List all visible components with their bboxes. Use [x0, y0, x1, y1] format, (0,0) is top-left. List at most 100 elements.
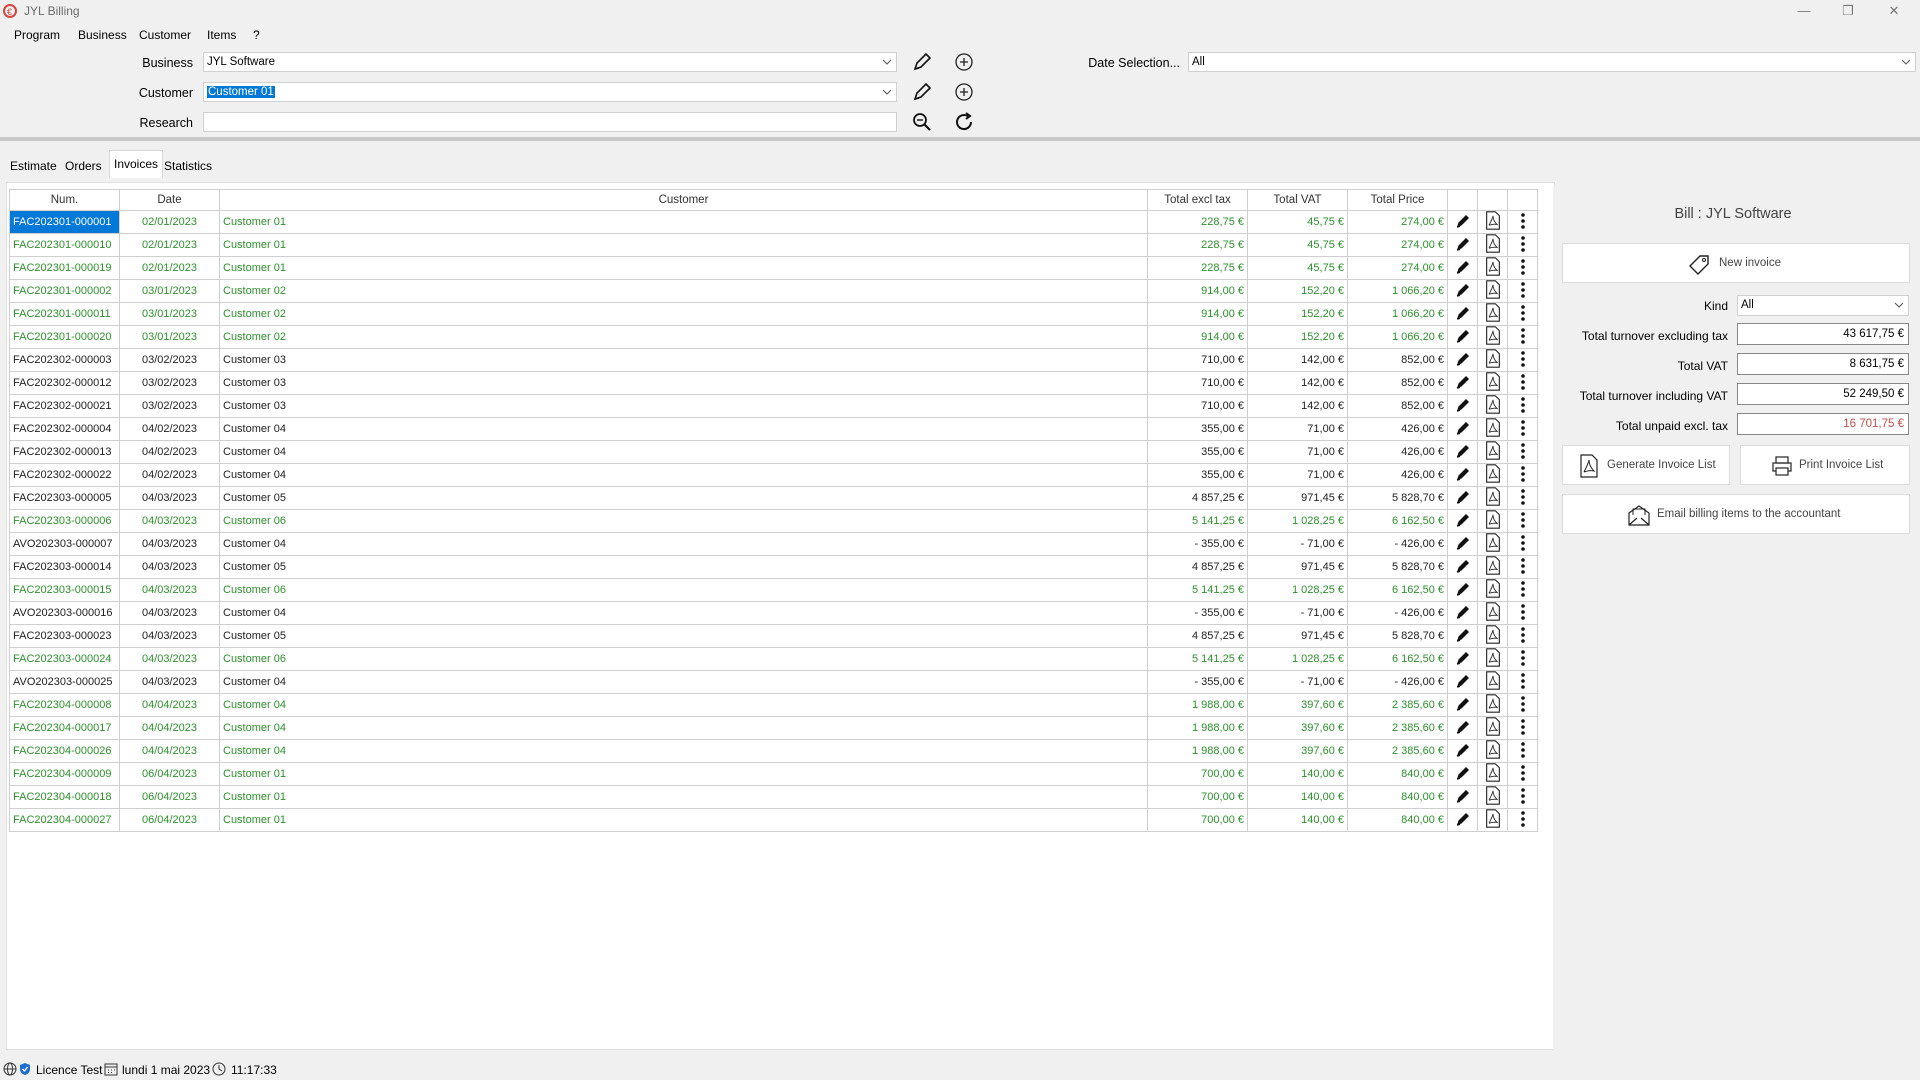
cell-total-vat[interactable]: 1 028,25 € — [1247, 647, 1348, 671]
cell-num[interactable]: AVO202303-000007 — [9, 532, 120, 556]
cell-total-price[interactable]: 5 828,70 € — [1347, 624, 1448, 648]
cell-total-vat[interactable]: 71,00 € — [1247, 417, 1348, 441]
cell-num[interactable]: FAC202301-000011 — [9, 302, 120, 326]
pdf-invoice-icon[interactable] — [1477, 578, 1508, 602]
more-options-icon[interactable] — [1507, 785, 1538, 809]
cell-total-vat[interactable]: 142,00 € — [1247, 371, 1348, 395]
table-row[interactable]: FAC202302-000012 03/02/2023 Customer 03 710… — [9, 371, 1538, 395]
edit-invoice-icon[interactable] — [1447, 348, 1478, 372]
table-row[interactable]: AVO202303-000016 04/03/2023 Customer 04- 3… — [9, 601, 1538, 625]
pdf-invoice-icon[interactable] — [1477, 279, 1508, 303]
cell-total-excl-tax[interactable]: 355,00 € — [1147, 463, 1248, 487]
cell-total-price[interactable]: 6 162,50 € — [1347, 509, 1448, 533]
cell-customer[interactable]: Customer 01 — [219, 762, 1148, 786]
cell-total-excl-tax[interactable]: 5 141,25 € — [1147, 509, 1248, 533]
cell-total-price[interactable]: 852,00 € — [1347, 394, 1448, 418]
edit-invoice-icon[interactable] — [1447, 371, 1478, 395]
edit-invoice-icon[interactable] — [1447, 325, 1478, 349]
cell-customer[interactable]: Customer 04 — [219, 463, 1148, 487]
cell-total-vat[interactable]: 140,00 € — [1247, 762, 1348, 786]
cell-customer[interactable]: Customer 04 — [219, 440, 1148, 464]
cell-total-vat[interactable]: 397,60 € — [1247, 716, 1348, 740]
cell-total-vat[interactable]: 140,00 € — [1247, 785, 1348, 809]
cell-num[interactable]: FAC202303-000006 — [9, 509, 120, 533]
more-options-icon[interactable] — [1507, 279, 1538, 303]
cell-customer[interactable]: Customer 03 — [219, 348, 1148, 372]
more-options-icon[interactable] — [1507, 233, 1538, 257]
kind-select[interactable]: All — [1737, 295, 1909, 316]
cell-total-vat[interactable]: 71,00 € — [1247, 463, 1348, 487]
cell-total-vat[interactable]: 45,75 € — [1247, 210, 1348, 234]
cell-total-price[interactable]: 852,00 € — [1347, 371, 1448, 395]
more-options-icon[interactable] — [1507, 486, 1538, 510]
cell-date[interactable]: 04/04/2023 — [119, 716, 220, 740]
more-options-icon[interactable] — [1507, 210, 1538, 234]
cell-date[interactable]: 03/02/2023 — [119, 348, 220, 372]
pdf-invoice-icon[interactable] — [1477, 693, 1508, 717]
cell-customer[interactable]: Customer 02 — [219, 325, 1148, 349]
pdf-invoice-icon[interactable] — [1477, 348, 1508, 372]
minimize-button[interactable]: — — [1786, 0, 1822, 22]
cell-total-excl-tax[interactable]: - 355,00 € — [1147, 601, 1248, 625]
cell-total-vat[interactable]: 397,60 € — [1247, 739, 1348, 763]
date-selection-select[interactable]: All — [1188, 52, 1916, 72]
menu-customer[interactable]: Customer — [139, 28, 191, 42]
col-total-price[interactable]: Total Price — [1347, 189, 1448, 211]
cell-date[interactable]: 03/02/2023 — [119, 394, 220, 418]
cell-total-price[interactable]: 426,00 € — [1347, 417, 1448, 441]
cell-total-vat[interactable]: 140,00 € — [1247, 808, 1348, 832]
more-options-icon[interactable] — [1507, 624, 1538, 648]
restore-button[interactable]: ❐ — [1830, 0, 1866, 22]
table-row[interactable]: FAC202303-000005 04/03/2023 Customer 05 4 8… — [9, 486, 1538, 510]
pdf-invoice-icon[interactable] — [1477, 762, 1508, 786]
customer-select[interactable]: Customer 01 — [203, 82, 897, 102]
more-options-icon[interactable] — [1507, 647, 1538, 671]
more-options-icon[interactable] — [1507, 716, 1538, 740]
cell-date[interactable]: 04/03/2023 — [119, 532, 220, 556]
cell-date[interactable]: 03/01/2023 — [119, 302, 220, 326]
cell-total-price[interactable]: 2 385,60 € — [1347, 716, 1448, 740]
table-row[interactable]: FAC202301-000001 02/01/2023 Customer 01 228… — [9, 210, 1538, 234]
edit-invoice-icon[interactable] — [1447, 670, 1478, 694]
more-options-icon[interactable] — [1507, 348, 1538, 372]
more-options-icon[interactable] — [1507, 739, 1538, 763]
edit-invoice-icon[interactable] — [1447, 555, 1478, 579]
table-row[interactable]: FAC202303-000014 04/03/2023 Customer 05 4 8… — [9, 555, 1538, 579]
cell-customer[interactable]: Customer 04 — [219, 670, 1148, 694]
cell-total-price[interactable]: 5 828,70 € — [1347, 486, 1448, 510]
cell-total-excl-tax[interactable]: 4 857,25 € — [1147, 555, 1248, 579]
more-options-icon[interactable] — [1507, 670, 1538, 694]
edit-invoice-icon[interactable] — [1447, 716, 1478, 740]
menu-program[interactable]: Program — [14, 28, 60, 42]
more-options-icon[interactable] — [1507, 256, 1538, 280]
table-row[interactable]: FAC202304-000009 06/04/2023 Customer 01 700… — [9, 762, 1538, 786]
cell-customer[interactable]: Customer 01 — [219, 256, 1148, 280]
tab-invoices[interactable]: Invoices — [109, 150, 164, 178]
cell-num[interactable]: FAC202303-000015 — [9, 578, 120, 602]
cell-total-vat[interactable]: 971,45 € — [1247, 555, 1348, 579]
table-row[interactable]: FAC202303-000023 04/03/2023 Customer 05 4 8… — [9, 624, 1538, 648]
edit-invoice-icon[interactable] — [1447, 210, 1478, 234]
cell-num[interactable]: FAC202302-000012 — [9, 371, 120, 395]
cell-total-excl-tax[interactable]: 228,75 € — [1147, 233, 1248, 257]
cell-customer[interactable]: Customer 06 — [219, 509, 1148, 533]
menu-items[interactable]: Items — [207, 28, 236, 42]
pdf-invoice-icon[interactable] — [1477, 647, 1508, 671]
cell-customer[interactable]: Customer 04 — [219, 601, 1148, 625]
add-business-icon[interactable] — [952, 50, 976, 74]
cell-num[interactable]: FAC202304-000017 — [9, 716, 120, 740]
cell-customer[interactable]: Customer 04 — [219, 532, 1148, 556]
pdf-invoice-icon[interactable] — [1477, 440, 1508, 464]
table-row[interactable]: FAC202302-000003 03/02/2023 Customer 03 710… — [9, 348, 1538, 372]
pdf-invoice-icon[interactable] — [1477, 302, 1508, 326]
email-accountant-button[interactable]: Email billing items to the accountant — [1562, 494, 1910, 534]
cell-num[interactable]: FAC202302-000003 — [9, 348, 120, 372]
cell-customer[interactable]: Customer 05 — [219, 486, 1148, 510]
cell-total-price[interactable]: 6 162,50 € — [1347, 578, 1448, 602]
cell-date[interactable]: 06/04/2023 — [119, 808, 220, 832]
edit-invoice-icon[interactable] — [1447, 532, 1478, 556]
pdf-invoice-icon[interactable] — [1477, 394, 1508, 418]
table-row[interactable]: FAC202303-000006 04/03/2023 Customer 06 5 1… — [9, 509, 1538, 533]
cell-total-price[interactable]: 852,00 € — [1347, 348, 1448, 372]
pdf-invoice-icon[interactable] — [1477, 624, 1508, 648]
